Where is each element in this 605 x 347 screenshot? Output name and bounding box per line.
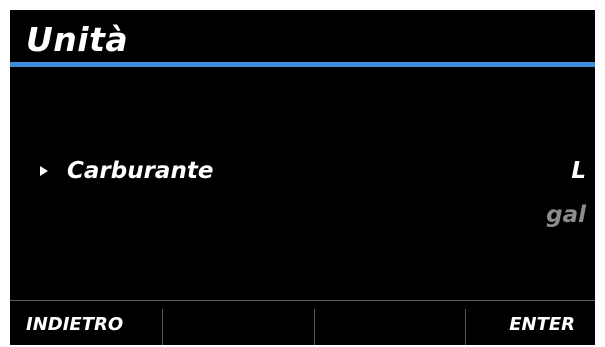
back-softkey[interactable]: INDIETRO bbox=[26, 301, 123, 345]
selection-pointer-icon bbox=[40, 166, 48, 176]
enter-softkey[interactable]: ENTER bbox=[509, 301, 575, 345]
setting-row-fuel[interactable]: Carburante bbox=[10, 153, 595, 199]
device-screen: Unità Carburante L gal INDIETRO ENTER bbox=[10, 10, 595, 345]
page-title: Unità bbox=[26, 20, 129, 59]
softkey-3[interactable] bbox=[315, 301, 465, 345]
setting-label: Carburante bbox=[67, 158, 214, 184]
option-liters[interactable]: L bbox=[571, 153, 586, 189]
option-gallons[interactable]: gal bbox=[546, 197, 586, 233]
softkey-2[interactable] bbox=[163, 301, 314, 345]
title-divider bbox=[10, 62, 595, 67]
softkey-divider bbox=[465, 309, 466, 345]
softkey-bar: INDIETRO ENTER bbox=[10, 300, 595, 345]
